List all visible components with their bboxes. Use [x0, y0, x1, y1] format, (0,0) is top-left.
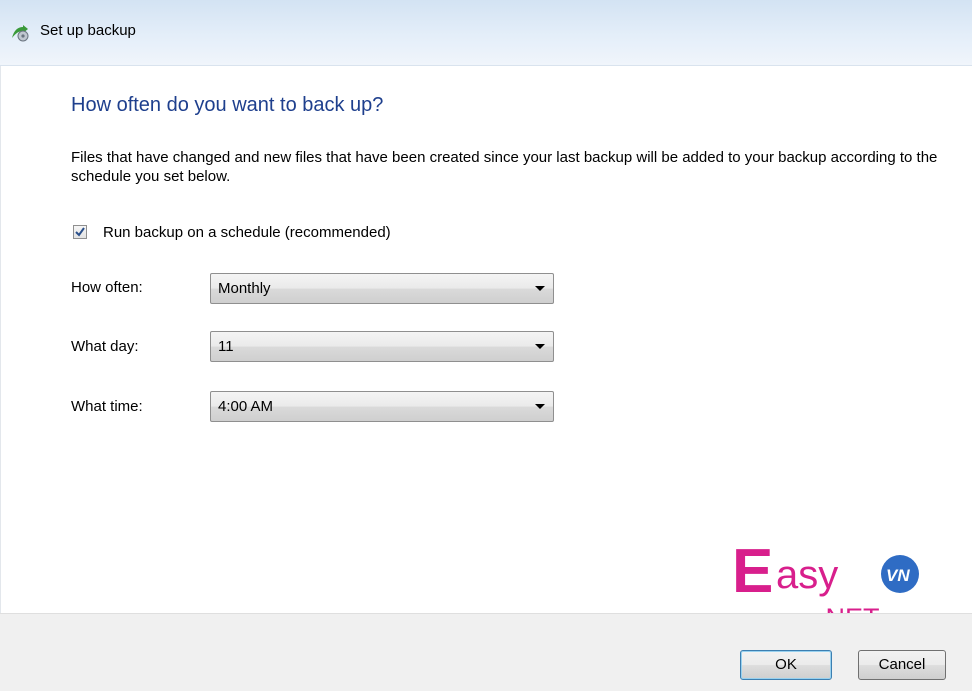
page-heading: How often do you want to back up? [71, 94, 384, 116]
dropdown-arrow-icon [535, 286, 545, 291]
backup-icon [10, 24, 30, 42]
checkmark-icon [75, 227, 85, 237]
cancel-button[interactable]: Cancel [858, 650, 946, 680]
dropdown-arrow-icon [535, 344, 545, 349]
logo-badge: VN [886, 566, 910, 585]
what-time-value: 4:00 AM [218, 398, 274, 415]
ok-button[interactable]: OK [740, 650, 832, 680]
what-day-select[interactable]: 11 [210, 331, 554, 362]
schedule-checkbox-label[interactable]: Run backup on a schedule (recommended) [103, 224, 391, 241]
window-title: Set up backup [40, 22, 136, 39]
title-bar: Set up backup [0, 0, 972, 66]
what-day-label: What day: [71, 338, 139, 355]
description-text: Files that have changed and new files th… [71, 149, 938, 185]
how-often-value: Monthly [218, 280, 271, 297]
dropdown-arrow-icon [535, 404, 545, 409]
logo-text: asy [776, 553, 838, 597]
what-time-select[interactable]: 4:00 AM [210, 391, 554, 422]
schedule-checkbox[interactable] [73, 225, 87, 239]
what-time-label: What time: [71, 398, 143, 415]
how-often-select[interactable]: Monthly [210, 273, 554, 304]
what-day-value: 11 [218, 338, 234, 355]
how-often-label: How often: [71, 279, 143, 296]
logo-letter: E [732, 537, 773, 606]
